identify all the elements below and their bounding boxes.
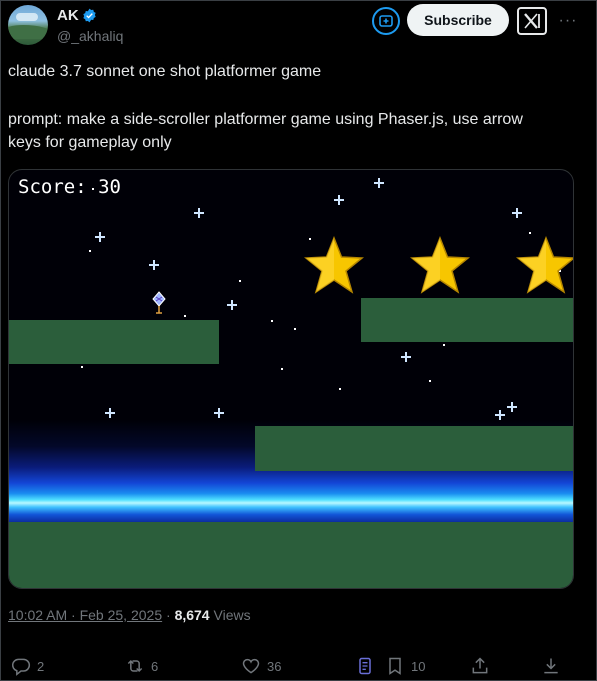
sparkle-star [507, 402, 517, 412]
subscribe-button[interactable]: Subscribe [407, 4, 509, 36]
platform-middle-right [255, 426, 573, 471]
game-video[interactable]: Score: 30 [8, 169, 574, 589]
sparkle-star [401, 352, 411, 362]
views-label: Views [209, 607, 251, 623]
verified-badge-icon [83, 8, 96, 23]
platform-upper-left [9, 320, 219, 364]
author-handle[interactable]: @_akhaliq [57, 28, 123, 44]
grok-button[interactable] [372, 7, 400, 35]
star-dot [281, 368, 283, 370]
heart-icon [242, 658, 260, 674]
star-dot [443, 344, 445, 346]
tweet-card: AK @_akhaliq Subscribe ··· claude 3.7 so… [0, 0, 597, 681]
bookmark-count: 10 [411, 658, 426, 674]
tweet-meta: 10:02 AM · Feb 25, 2025 · 8,674 Views [8, 607, 251, 623]
sparkle-star [334, 195, 344, 205]
reply-button[interactable]: 2 [11, 655, 44, 677]
sparkle-star [495, 410, 505, 420]
star-dot [89, 250, 91, 252]
repost-icon [127, 659, 143, 673]
game-score: Score: 30 [18, 176, 121, 198]
sparkle-star [227, 300, 237, 310]
collectible-star-icon [410, 236, 470, 294]
star-dot [529, 232, 531, 234]
more-options-button[interactable]: ··· [554, 7, 582, 35]
share-icon [472, 657, 488, 674]
bookmark-icon [389, 657, 401, 675]
like-count: 36 [267, 658, 282, 674]
reply-icon [11, 658, 31, 676]
sparkle-star [149, 260, 159, 270]
star-dot [339, 388, 341, 390]
x-logo-icon[interactable] [517, 7, 547, 35]
star-dot [429, 380, 431, 382]
player-sprite-icon [152, 291, 166, 314]
repost-count: 6 [151, 658, 159, 674]
avatar[interactable] [8, 5, 48, 45]
repost-button[interactable]: 6 [125, 655, 158, 677]
platform-upper-right [361, 298, 573, 342]
collectible-star-icon [304, 236, 364, 294]
star-dot [81, 366, 83, 368]
tweet-timestamp[interactable]: 10:02 AM · Feb 25, 2025 [8, 607, 162, 623]
download-button[interactable] [541, 655, 561, 677]
tweet-text-line-2: prompt: make a side-scroller platformer … [8, 111, 523, 128]
download-icon [544, 658, 558, 674]
reply-count: 2 [37, 658, 45, 674]
meta-separator: · [162, 607, 175, 623]
star-dot [294, 328, 296, 330]
grok-icon [379, 15, 393, 27]
x-glyph-icon [524, 13, 540, 29]
sparkle-star [214, 408, 224, 418]
tweet-text-line-3: keys for gameplay only [8, 134, 172, 151]
star-dot [271, 320, 273, 322]
tweet-text-line-1: claude 3.7 sonnet one shot platformer ga… [8, 63, 322, 80]
share-button[interactable] [470, 655, 490, 677]
author-name[interactable]: AK [57, 7, 79, 24]
star-dot [184, 315, 186, 317]
views-count: 8,674 [174, 607, 210, 623]
grok-analyze-icon [359, 657, 371, 675]
collectible-star-icon [516, 236, 573, 294]
bookmark-button[interactable]: 10 [385, 655, 425, 677]
star-dot [239, 280, 241, 282]
grok-analyze-button[interactable] [355, 655, 375, 677]
sparkle-star [512, 208, 522, 218]
sparkle-star [194, 208, 204, 218]
like-button[interactable]: 36 [241, 655, 281, 677]
sparkle-star [105, 408, 115, 418]
sparkle-star [374, 178, 384, 188]
sparkle-star [95, 232, 105, 242]
ground-platform [9, 522, 573, 588]
